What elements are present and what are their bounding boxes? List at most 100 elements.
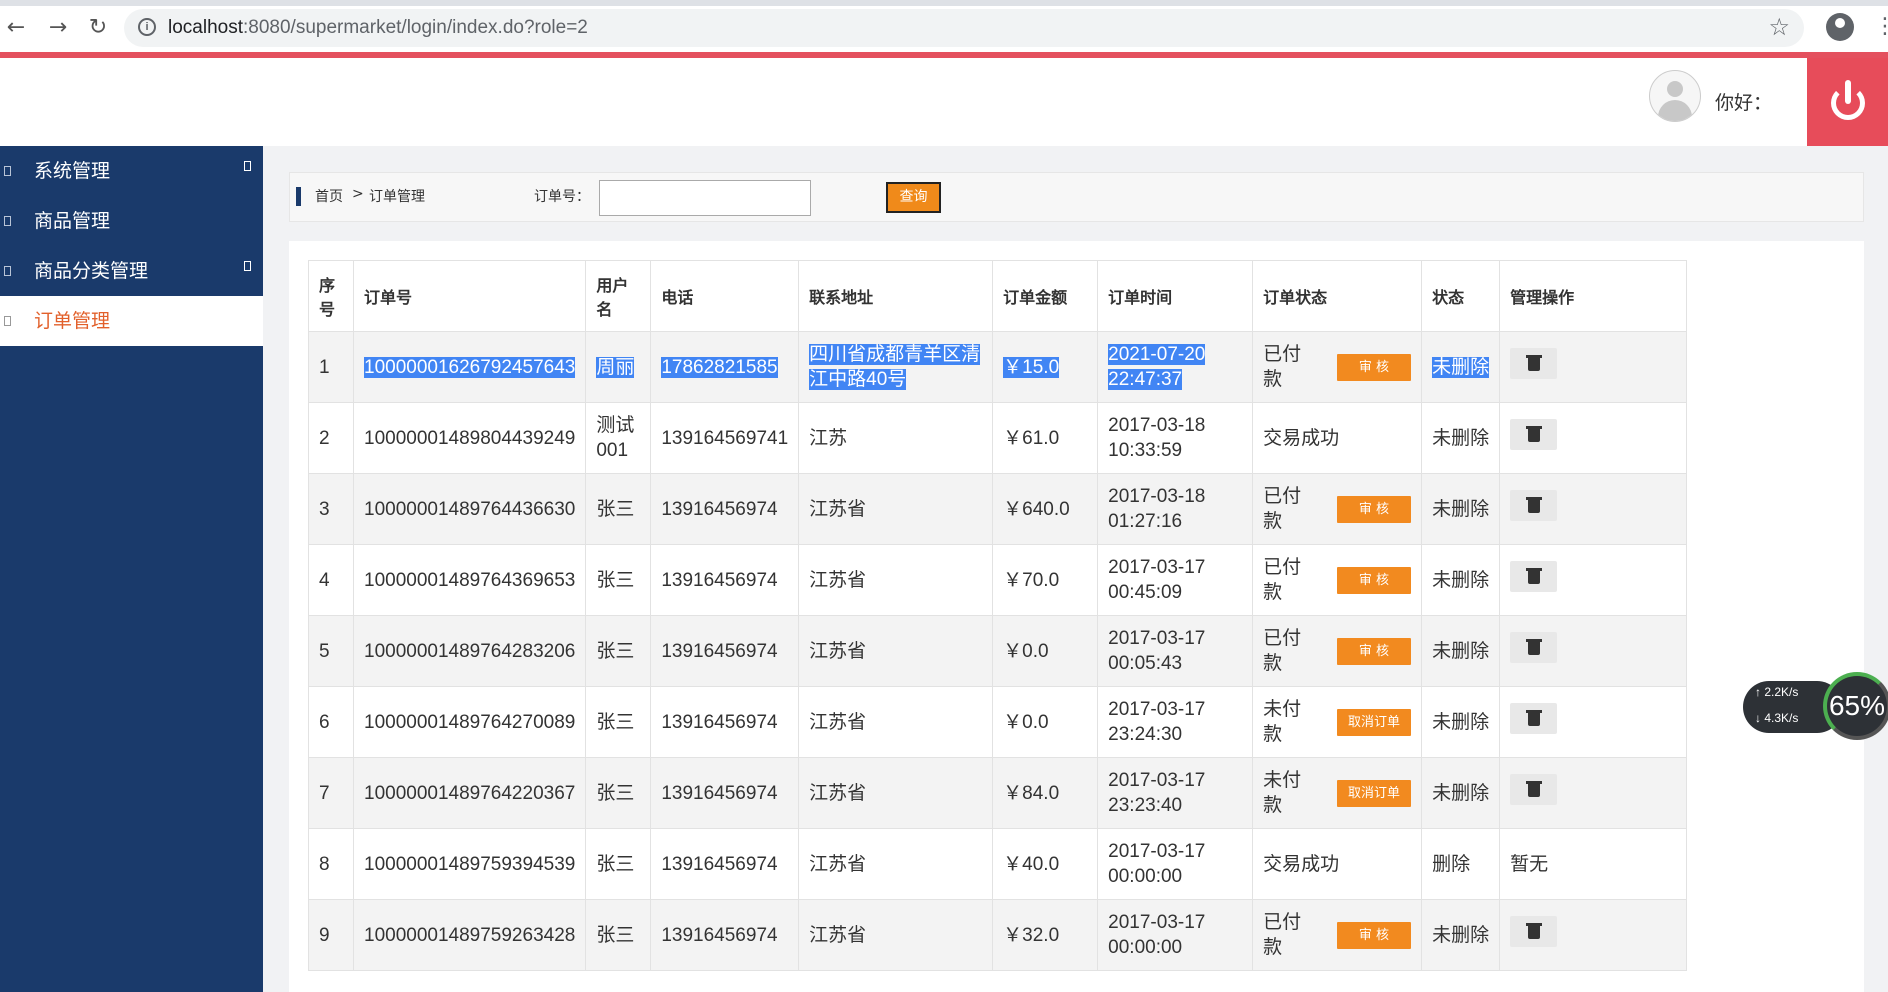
cell-order-time: 2017-03-18 01:27:16	[1097, 473, 1254, 545]
breadcrumb-home[interactable]: 首页	[315, 186, 343, 206]
search-toolbar: 首页 > 订单管理 订单号： 查询	[289, 172, 1864, 222]
column-header: 状态	[1421, 260, 1501, 332]
sidebar-item-system[interactable]: 系统管理	[0, 146, 263, 196]
sidebar-item-goods[interactable]: 商品管理	[0, 196, 263, 246]
bookmark-star-icon[interactable]: ☆	[1768, 13, 1790, 41]
cell-phone-text: 13916456974	[661, 782, 778, 804]
delete-button[interactable]	[1510, 632, 1558, 663]
cell-phone-text: 139164569741	[661, 427, 789, 449]
url-text: localhost:8080/supermarket/login/index.d…	[168, 17, 588, 38]
cell-index: 4	[308, 544, 354, 616]
cell-address: 江苏省	[798, 757, 994, 829]
cell-state-text: 未删除	[1432, 711, 1490, 733]
breadcrumb-current: 订单管理	[369, 189, 425, 205]
cell-index-text: 5	[319, 640, 330, 662]
trash-icon-body	[1528, 784, 1541, 797]
column-header: 序号	[308, 260, 354, 332]
review-button[interactable]: 审 核	[1336, 921, 1412, 949]
cell-order-number: 10000001489764436630	[352, 473, 587, 545]
table-row: 8 10000001489759394539 张三 13916456974 江苏省 ￥40…	[308, 828, 1688, 900]
user-avatar[interactable]	[1649, 70, 1701, 122]
menu-kebab-icon[interactable]: ⋮	[1874, 14, 1888, 39]
review-button[interactable]: 审 核	[1336, 637, 1412, 665]
network-speed-widget[interactable]: ↑ 2.2K/s ↓ 4.3K/s 65%	[1743, 672, 1888, 758]
forward-icon[interactable]: →	[44, 14, 72, 42]
logout-button[interactable]	[1807, 58, 1888, 146]
review-button[interactable]: 审 核	[1336, 495, 1412, 523]
order-number-label: 订单号：	[534, 189, 590, 205]
cell-index: 2	[308, 402, 354, 474]
delete-button[interactable]	[1510, 561, 1558, 592]
cell-operation	[1499, 402, 1688, 474]
cell-amount: ￥84.0	[992, 757, 1099, 829]
cell-username-text: 张三	[596, 924, 635, 946]
site-info-icon[interactable]: i	[138, 18, 156, 36]
cell-operation	[1499, 757, 1688, 829]
cell-order-number-text: 10000001626792457643	[364, 356, 576, 378]
greeting-text: 你好：	[1715, 92, 1773, 114]
cancel-order-button[interactable]: 取消订单	[1336, 708, 1412, 736]
search-button[interactable]: 查询	[886, 182, 941, 213]
cell-order-status: 已付款 审 核	[1252, 544, 1423, 616]
cell-order-status: 未付款 取消订单	[1252, 686, 1423, 758]
cell-index: 1	[308, 331, 354, 403]
cell-amount-text: ￥84.0	[1003, 782, 1060, 804]
address-bar[interactable]: i localhost:8080/supermarket/login/index…	[124, 9, 1804, 47]
cell-amount: ￥32.0	[992, 899, 1099, 971]
cell-username: 张三	[585, 686, 652, 758]
profile-icon[interactable]	[1826, 13, 1854, 41]
bullet-icon	[4, 166, 11, 176]
cancel-order-button[interactable]: 取消订单	[1336, 779, 1412, 807]
expand-icon	[244, 261, 251, 271]
cell-amount: ￥61.0	[992, 402, 1099, 474]
cell-phone: 13916456974	[650, 615, 800, 687]
sidebar-item-category[interactable]: 商品分类管理	[0, 246, 263, 296]
order-number-input[interactable]	[599, 180, 811, 216]
table-row: 4 10000001489764369653 张三 13916456974 江苏省 ￥70…	[308, 544, 1688, 616]
sidebar-item-orders[interactable]: 订单管理	[0, 296, 263, 346]
cell-amount: ￥0.0	[992, 615, 1099, 687]
back-icon[interactable]: ←	[2, 14, 30, 42]
delete-button[interactable]	[1510, 916, 1558, 947]
cell-operation	[1499, 899, 1688, 971]
cell-amount: ￥15.0	[992, 331, 1099, 403]
cell-username-text: 张三	[596, 498, 635, 520]
cell-order-time-text: 2017-03-17 00:05:43	[1108, 628, 1206, 674]
cell-index: 6	[308, 686, 354, 758]
cell-address-text: 江苏	[809, 427, 848, 449]
cell-order-number-text: 10000001489764436630	[364, 498, 576, 520]
delete-button[interactable]	[1510, 490, 1558, 521]
cell-order-number: 10000001626792457643	[352, 331, 587, 403]
trash-icon-body	[1528, 429, 1541, 442]
cell-operation	[1499, 686, 1688, 758]
order-status-text: 交易成功	[1263, 427, 1340, 449]
cell-order-number-text: 10000001489804439249	[364, 427, 576, 449]
cell-amount-text: ￥15.0	[1003, 356, 1060, 378]
table-row: 3 10000001489764436630 张三 13916456974 江苏省 ￥64…	[308, 473, 1688, 545]
delete-button[interactable]	[1510, 419, 1558, 450]
review-button[interactable]: 审 核	[1336, 566, 1412, 594]
cell-amount-text: ￥40.0	[1003, 853, 1060, 875]
table-header-row: 序号 订单号 用户名 电话 联系地址 订单金额 订单时间 订单状态 状态 管理操…	[308, 260, 1688, 332]
cell-order-number-text: 10000001489764270089	[364, 711, 576, 733]
cell-order-number-text: 10000001489759263428	[364, 924, 576, 946]
cell-address-text: 江苏省	[809, 853, 867, 875]
cell-state-text: 未删除	[1432, 640, 1490, 662]
cell-order-status: 已付款 审 核	[1252, 331, 1423, 403]
delete-button[interactable]	[1510, 774, 1558, 805]
cell-index-text: 8	[319, 853, 330, 875]
cell-state-text: 删除	[1432, 853, 1471, 875]
cell-phone: 13916456974	[650, 899, 800, 971]
review-button[interactable]: 审 核	[1336, 353, 1412, 381]
delete-button[interactable]	[1510, 348, 1558, 379]
cell-phone-text: 13916456974	[661, 853, 778, 875]
reload-icon[interactable]: ↻	[84, 14, 112, 42]
cell-username-text: 周丽	[596, 356, 635, 378]
cell-order-time-text: 2021-07-20 22:47:37	[1108, 344, 1206, 390]
delete-button[interactable]	[1510, 703, 1558, 734]
cell-amount-text: ￥32.0	[1003, 924, 1060, 946]
cell-state-text: 未删除	[1432, 427, 1490, 449]
bullet-icon	[4, 316, 11, 326]
order-status-text: 未付款	[1263, 699, 1302, 745]
cell-address: 江苏省	[798, 473, 994, 545]
